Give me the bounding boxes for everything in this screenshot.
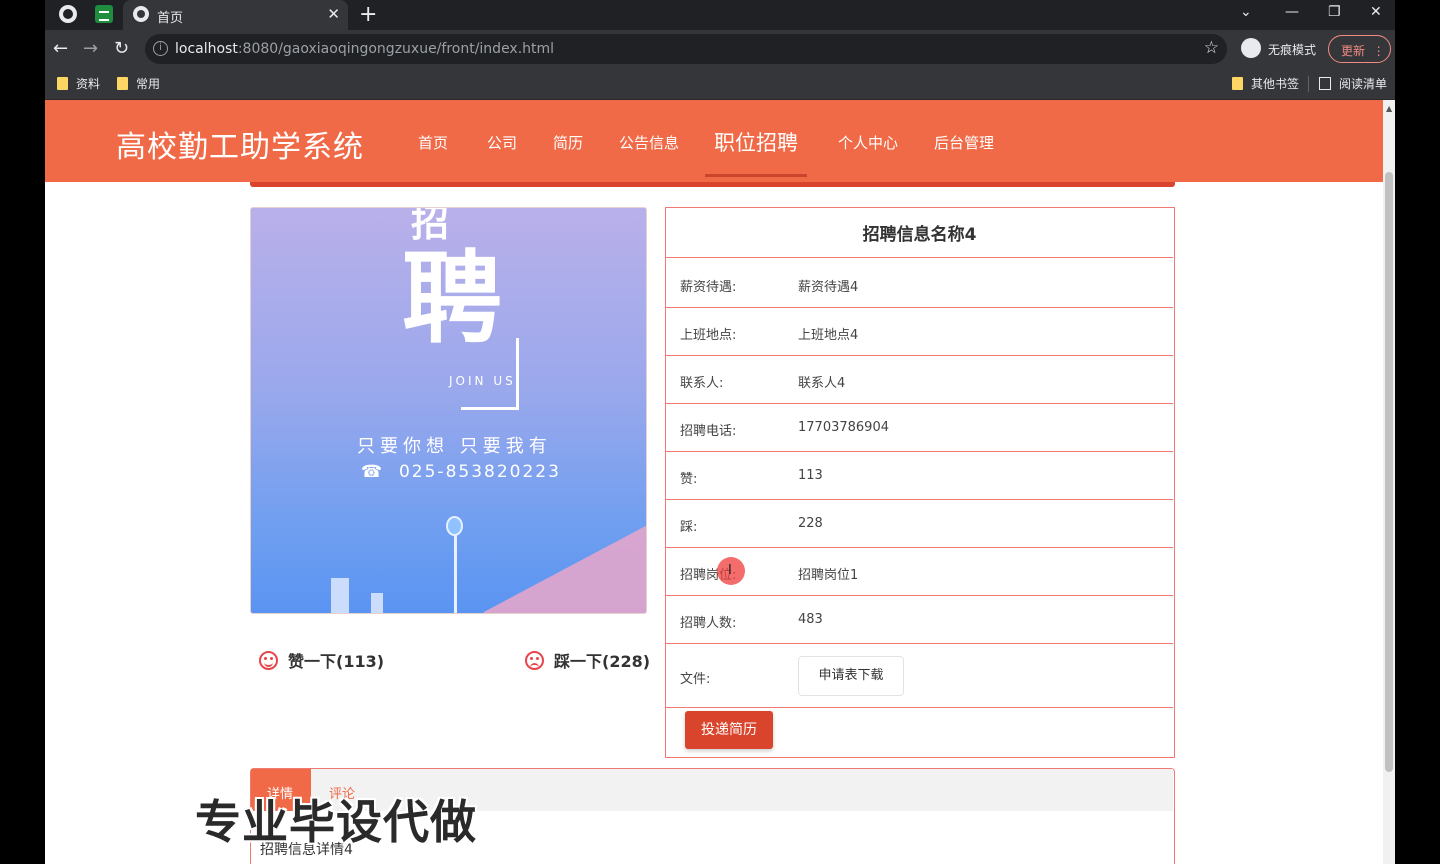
site-header: 高校勤工助学系统 首页 公司 简历 公告信息 职位招聘 个人中心 后台管理 (45, 100, 1383, 182)
address-bar[interactable]: i localhost:8080/gaoxiaoqingongzuxue/fro… (145, 34, 1227, 64)
info-row-dislikes: 踩: 228 (666, 500, 1173, 548)
job-poster-image: 招 聘 JOIN US 只要你想 只要我有 ☎ 025-853820223 (250, 207, 647, 614)
nav-home[interactable]: 首页 (418, 132, 448, 153)
header-accent-bar (250, 182, 1175, 187)
submit-resume-button[interactable]: 投递简历 (685, 711, 773, 749)
info-row-phone: 招聘电话: 17703786904 (666, 404, 1173, 452)
nav-company[interactable]: 公司 (487, 132, 517, 153)
smile-icon (259, 651, 278, 670)
minimize-icon[interactable]: — (1285, 4, 1299, 20)
folder-icon (57, 77, 68, 90)
watermark-overlay: 专业毕设代做 (195, 795, 477, 849)
forward-icon[interactable]: → (83, 38, 98, 59)
info-row-file: 文件: 申请表下载 (666, 644, 1173, 708)
browser-window: 首页 ✕ + ⌄ — ❐ ✕ ← → ↻ i localhost:8080/ga… (45, 0, 1395, 864)
bookmarks-bar: 资料 常用 其他书签 阅读清单 (45, 68, 1395, 100)
poster-join-text: JOIN US (449, 374, 516, 388)
scrollbar-thumb[interactable] (1385, 172, 1393, 772)
screen: 首页 ✕ + ⌄ — ❐ ✕ ← → ↻ i localhost:8080/ga… (0, 0, 1440, 864)
cursor-highlight (717, 557, 745, 585)
poster-decoration (483, 508, 646, 613)
nav-resume[interactable]: 简历 (553, 132, 583, 153)
folder-icon (1232, 77, 1243, 90)
globe-icon (133, 6, 149, 22)
info-row-location: 上班地点: 上班地点4 (666, 308, 1173, 356)
other-bookmarks[interactable]: 其他书签 (1232, 75, 1299, 92)
browser-toolbar: ← → ↻ i localhost:8080/gaoxiaoqingongzux… (45, 30, 1395, 68)
info-row-contact: 联系人: 联系人4 (666, 356, 1173, 404)
job-title: 招聘信息名称4 (666, 208, 1173, 258)
incognito-icon[interactable] (1241, 38, 1261, 58)
divider (1308, 76, 1309, 92)
bookmark-folder[interactable]: 常用 (117, 75, 160, 92)
tab-strip: 首页 ✕ + ⌄ — ❐ ✕ (45, 0, 1395, 30)
page-viewport: 高校勤工助学系统 首页 公司 简历 公告信息 职位招聘 个人中心 后台管理 招 … (45, 100, 1395, 864)
bookmark-star-icon[interactable]: ☆ (1204, 38, 1219, 58)
close-tab-icon[interactable]: ✕ (327, 5, 340, 23)
poster-building (371, 593, 383, 613)
page-scrollbar[interactable]: ▲ (1383, 100, 1395, 864)
scroll-up-icon[interactable]: ▲ (1386, 104, 1392, 113)
poster-building (331, 578, 349, 613)
frown-icon (525, 651, 544, 670)
tab-home[interactable]: 首页 ✕ (123, 0, 348, 30)
nav-active-indicator (705, 174, 807, 177)
bookmark-folder[interactable]: 资料 (57, 75, 100, 92)
new-tab-icon[interactable]: + (359, 2, 377, 27)
tab-title: 首页 (157, 11, 184, 26)
url-text[interactable]: localhost:8080/gaoxiaoqingongzuxue/front… (175, 41, 554, 57)
nav-personal-center[interactable]: 个人中心 (838, 132, 898, 153)
nav-announcements[interactable]: 公告信息 (619, 132, 679, 153)
dislike-button[interactable]: 踩一下(228) (525, 648, 650, 672)
poster-phone-line: ☎ 025-853820223 (361, 462, 561, 482)
info-row-salary: 薪资待遇: 薪资待遇4 (666, 260, 1173, 308)
update-button[interactable]: 更新 ⋮ (1328, 35, 1391, 63)
poster-slogan: 只要你想 只要我有 (357, 436, 552, 457)
job-info-table: 招聘信息名称4 薪资待遇: 薪资待遇4 上班地点: 上班地点4 联系人: 联系人4 招… (665, 207, 1175, 758)
like-button[interactable]: 赞一下(113) (259, 648, 384, 672)
back-icon[interactable]: ← (53, 38, 68, 59)
globe-icon[interactable] (59, 5, 77, 23)
reading-list[interactable]: 阅读清单 (1319, 75, 1387, 92)
nav-jobs[interactable]: 职位招聘 (714, 127, 798, 157)
info-row-likes: 赞: 113 (666, 452, 1173, 500)
poster-bulb (446, 516, 463, 536)
reload-icon[interactable]: ↻ (114, 38, 129, 59)
incognito-label[interactable]: 无痕模式 (1268, 41, 1316, 58)
folder-icon (117, 77, 128, 90)
info-row-headcount: 招聘人数: 483 (666, 596, 1173, 644)
nav-admin[interactable]: 后台管理 (934, 132, 994, 153)
download-form-button[interactable]: 申请表下载 (798, 656, 904, 696)
restore-icon[interactable]: ❐ (1328, 4, 1341, 20)
reading-list-icon (1319, 77, 1331, 90)
site-title: 高校勤工助学系统 (116, 130, 364, 165)
info-icon[interactable]: i (153, 41, 168, 56)
tab-search-icon[interactable]: ⌄ (1240, 4, 1252, 20)
sheets-icon[interactable] (95, 5, 113, 23)
phone-icon: ☎ (361, 462, 399, 482)
close-window-icon[interactable]: ✕ (1370, 4, 1382, 20)
